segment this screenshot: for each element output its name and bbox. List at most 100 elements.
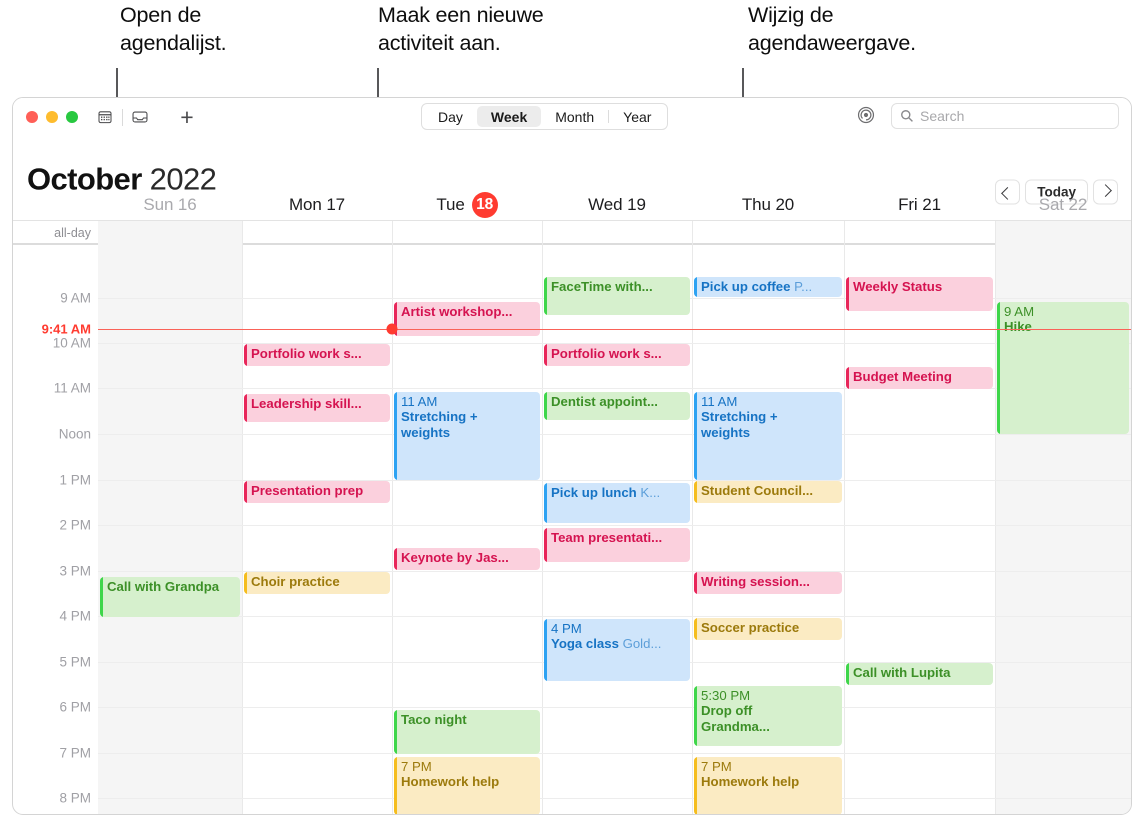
calendar-event[interactable]: Call with Grandpa xyxy=(100,577,240,617)
tab-day[interactable]: Day xyxy=(424,106,477,127)
calendar-event[interactable]: Pick up coffee P... xyxy=(694,277,842,297)
event-title: Keynote by Jas... xyxy=(401,550,509,565)
calendar-event[interactable]: 9 AM Hike xyxy=(997,302,1129,434)
event-title: Pick up lunch K... xyxy=(551,485,661,500)
column-divider xyxy=(242,245,243,814)
event-title: Choir practice xyxy=(251,574,340,589)
hour-label: 6 PM xyxy=(59,699,91,715)
event-title: Portfolio work s... xyxy=(551,346,662,361)
event-time: 7 PM xyxy=(401,759,432,774)
calendar-event[interactable]: 7 PM Homework help xyxy=(694,757,842,814)
callout-new-event: Maak een nieuwe activiteit aan. xyxy=(378,3,544,55)
hour-label: 11 AM xyxy=(53,380,91,396)
calendar-event[interactable]: 4 PM Yoga class Gold... xyxy=(544,619,690,681)
column-divider xyxy=(995,245,996,814)
hour-gridline xyxy=(98,616,1131,617)
calendar-window: + Day Week Month Year Search October 202… xyxy=(12,97,1132,815)
time-grid-scroll[interactable]: 9 AM 10 AM 11 AM Noon 1 PM 2 PM 3 PM 4 PM 5 PM 6 … xyxy=(13,245,1131,814)
event-title: Homework help xyxy=(401,774,500,790)
calendar-event[interactable]: 7 PM Homework help xyxy=(394,757,540,814)
event-time: 7 PM xyxy=(701,759,732,774)
event-title: Call with Grandpa xyxy=(107,579,220,594)
event-location: Gold... xyxy=(622,636,662,652)
calendar-list-icon[interactable] xyxy=(93,105,117,129)
event-title: Leadership skill... xyxy=(251,396,362,411)
day-header-row: Sun 16 Mon 17 Tue 18 Wed 19 Thu 20 Fri 21 Sat 2… xyxy=(13,188,1131,221)
day-header-5[interactable]: Fri 21 xyxy=(844,188,995,221)
minimize-button[interactable] xyxy=(46,111,58,123)
tab-week[interactable]: Week xyxy=(476,106,542,127)
calendar-event[interactable]: Student Council... xyxy=(694,481,842,503)
traffic-lights xyxy=(26,111,78,123)
calendar-event[interactable]: Budget Meeting xyxy=(846,367,993,389)
view-segmented-control[interactable]: Day Week Month Year xyxy=(421,103,669,130)
day-header-4[interactable]: Thu 20 xyxy=(692,188,844,221)
day-header-0[interactable]: Sun 16 xyxy=(98,188,242,221)
day-header-label: Tue xyxy=(436,194,465,214)
all-day-column-divider xyxy=(844,221,845,245)
inbox-icon[interactable] xyxy=(128,105,152,129)
day-header-label: Wed 19 xyxy=(588,194,646,214)
calendar-event[interactable]: Portfolio work s... xyxy=(544,344,690,366)
calendar-event[interactable]: 5:30 PM Drop off Grandma... xyxy=(694,686,842,746)
hour-label: 5 PM xyxy=(59,654,91,670)
calendar-event[interactable]: 11 AM Stretching + weights xyxy=(394,392,540,480)
calendar-event[interactable]: FaceTime with... xyxy=(544,277,690,315)
hour-label: 4 PM xyxy=(59,608,91,624)
calendar-event[interactable]: Team presentati... xyxy=(544,528,690,562)
calendar-event[interactable]: Weekly Status xyxy=(846,277,993,311)
search-input[interactable]: Search xyxy=(920,108,964,124)
time-grid[interactable]: 9 AM 10 AM 11 AM Noon 1 PM 2 PM 3 PM 4 PM 5 PM 6 … xyxy=(13,245,1131,814)
event-title: Presentation prep xyxy=(251,483,364,498)
calendar-event[interactable]: Dentist appoint... xyxy=(544,392,690,420)
current-time-dot xyxy=(386,323,398,335)
search-icon xyxy=(900,109,914,123)
hour-label: 8 PM xyxy=(59,790,91,806)
tab-year[interactable]: Year xyxy=(609,106,665,127)
calendar-event[interactable]: Soccer practice xyxy=(694,618,842,640)
hour-gridline xyxy=(98,798,1131,799)
event-title: FaceTime with... xyxy=(551,279,653,294)
day-header-2[interactable]: Tue 18 xyxy=(392,188,542,221)
event-title: Hike xyxy=(1004,319,1032,335)
calendar-event[interactable]: Call with Lupita xyxy=(846,663,993,685)
day-header-label: Sat 22 xyxy=(1038,194,1088,214)
toolbar-divider xyxy=(122,108,123,126)
day-header-6[interactable]: Sat 22 xyxy=(995,188,1131,221)
all-day-weekend-tint xyxy=(98,221,242,245)
all-day-column-divider xyxy=(242,221,243,245)
airplay-icon[interactable] xyxy=(856,105,878,127)
all-day-row[interactable]: all-day xyxy=(13,221,1131,245)
calendar-event[interactable]: Pick up lunch K... xyxy=(544,483,690,523)
calendar-event[interactable]: Portfolio work s... xyxy=(244,344,390,366)
calendar-event[interactable]: Taco night xyxy=(394,710,540,754)
event-title: Writing session... xyxy=(701,574,810,589)
calendar-event[interactable]: Leadership skill... xyxy=(244,394,390,422)
all-day-label: all-day xyxy=(54,226,91,240)
day-header-3[interactable]: Wed 19 xyxy=(542,188,692,221)
calendar-event[interactable]: 11 AM Stretching + weights xyxy=(694,392,842,480)
column-divider xyxy=(692,245,693,814)
new-event-button[interactable]: + xyxy=(174,104,200,130)
close-button[interactable] xyxy=(26,111,38,123)
calendar-event[interactable]: Presentation prep xyxy=(244,481,390,503)
event-time: 11 AM xyxy=(701,394,738,409)
calendar-event[interactable]: Keynote by Jas... xyxy=(394,548,540,570)
event-title: Team presentati... xyxy=(551,530,663,545)
event-title: Taco night xyxy=(401,712,467,727)
zoom-button[interactable] xyxy=(66,111,78,123)
event-location: P... xyxy=(794,279,813,294)
day-header-1[interactable]: Mon 17 xyxy=(242,188,392,221)
calendar-event[interactable]: Artist workshop... xyxy=(394,302,540,336)
all-day-column-divider xyxy=(995,221,996,245)
hour-gridline xyxy=(98,525,1131,526)
day-header-label: Thu 20 xyxy=(741,194,795,214)
callout-calendar-list: Open de agendalijst. xyxy=(120,3,227,55)
event-title: Soccer practice xyxy=(701,620,800,635)
event-title: Drop off Grandma... xyxy=(701,703,770,734)
calendar-event[interactable]: Writing session... xyxy=(694,572,842,594)
event-title: Artist workshop... xyxy=(401,304,513,319)
calendar-event[interactable]: Choir practice xyxy=(244,572,390,594)
tab-month[interactable]: Month xyxy=(541,106,608,127)
search-field[interactable]: Search xyxy=(891,103,1119,129)
